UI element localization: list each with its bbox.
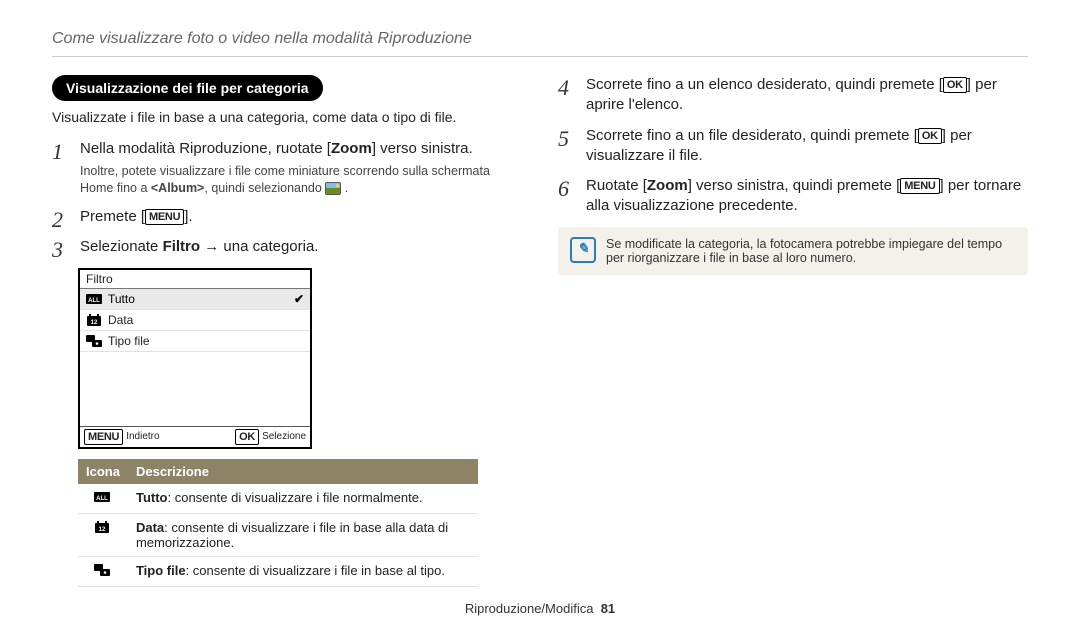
step-1-pre: Nella modalità Riproduzione, ruotate [: [80, 140, 331, 157]
term: Tutto: [136, 490, 168, 505]
left-column: Visualizzazione dei file per categoria V…: [52, 75, 522, 587]
table-row: Tipo file: consente di visualizzare i fi…: [78, 556, 478, 586]
footer-section: Riproduzione/Modifica: [465, 601, 594, 616]
term: Data: [136, 520, 164, 535]
steps-left: Nella modalità Riproduzione, ruotate [Zo…: [52, 139, 522, 258]
date-icon: [78, 513, 128, 556]
ok-button-icon: OK: [235, 429, 259, 445]
screen-list: Tutto ✔ Data Tipo file: [80, 289, 310, 352]
step-1: Nella modalità Riproduzione, ruotate [Zo…: [52, 139, 522, 197]
screen-empty-area: [80, 352, 310, 426]
back-label: Indietro: [126, 431, 159, 442]
step-4-a: Scorrete fino a un elenco desiderato, qu…: [586, 76, 943, 93]
step-1-post: ] verso sinistra.: [372, 140, 473, 157]
th-icona: Icona: [78, 459, 128, 484]
page-root: Come visualizzare foto o video nella mod…: [0, 0, 1080, 626]
album-thumbnail-icon: [325, 182, 341, 195]
desc: : consente di visualizzare i file in bas…: [136, 520, 448, 550]
zoom-label: Zoom: [331, 140, 372, 157]
table-row: Tutto: consente di visualizzare i file n…: [78, 484, 478, 514]
steps-right: Scorrete fino a un elenco desiderato, qu…: [558, 75, 1028, 217]
all-icon: [86, 292, 102, 305]
screen-select[interactable]: OK Selezione: [235, 429, 306, 445]
step-1-sub: Inoltre, potete visualizzare i file come…: [80, 163, 522, 197]
filter-label: Filtro: [163, 238, 201, 255]
sel-label: Selezione: [262, 431, 306, 442]
step-3: Selezionate Filtro → una categoria.: [52, 237, 522, 257]
row-desc: Tipo file: consente di visualizzare i fi…: [128, 556, 478, 586]
zoom-label: Zoom: [647, 177, 688, 194]
check-icon: ✔: [294, 292, 304, 306]
all-icon: [78, 484, 128, 514]
row-desc: Data: consente di visualizzare i file in…: [128, 513, 478, 556]
table-row: Data: consente di visualizzare i file in…: [78, 513, 478, 556]
step-2-post: ].: [184, 208, 192, 225]
screen-title: Filtro: [80, 270, 310, 289]
screen-row-tipo[interactable]: Tipo file: [80, 331, 310, 352]
screen-row-data[interactable]: Data: [80, 310, 310, 331]
page-header: Come visualizzare foto o video nella mod…: [52, 30, 1028, 57]
step-2: Premete [MENU].: [52, 207, 522, 227]
ok-button-icon: OK: [918, 128, 942, 144]
filetype-icon: [86, 334, 102, 347]
term: Tipo file: [136, 563, 186, 578]
filetype-icon: [78, 556, 128, 586]
ok-button-icon: OK: [943, 77, 967, 93]
screen-row-label: Tipo file: [108, 334, 150, 348]
menu-button-icon: MENU: [145, 209, 184, 225]
row-desc: Tutto: consente di visualizzare i file n…: [128, 484, 478, 514]
step-2-pre: Premete [: [80, 208, 145, 225]
section-title-pill: Visualizzazione dei file per categoria: [52, 75, 323, 101]
album-label: <Album>: [151, 181, 205, 195]
arrow-sep: →: [200, 238, 223, 255]
step-6-a: Ruotate [: [586, 177, 647, 194]
menu-button-icon: MENU: [900, 178, 939, 194]
step-3-c: una categoria.: [223, 238, 318, 255]
note-icon: ✎: [570, 237, 596, 263]
step-6-b: ] verso sinistra, quindi premete [: [688, 177, 901, 194]
step-4: Scorrete fino a un elenco desiderato, qu…: [558, 75, 1028, 116]
desc: : consente di visualizzare i file normal…: [168, 490, 423, 505]
th-descrizione: Descrizione: [128, 459, 478, 484]
screen-row-label: Data: [108, 313, 133, 327]
screen-row-tutto[interactable]: Tutto ✔: [80, 289, 310, 310]
note-box: ✎ Se modificate la categoria, la fotocam…: [558, 227, 1028, 275]
two-column-layout: Visualizzazione dei file per categoria V…: [52, 75, 1028, 587]
camera-screen-mock: Filtro Tutto ✔ Data Tipo file: [78, 268, 312, 449]
step-6: Ruotate [Zoom] verso sinistra, quindi pr…: [558, 176, 1028, 217]
step-1-sub-c: , quindi selezionando: [204, 181, 325, 195]
page-number: 81: [601, 601, 615, 616]
screen-row-label: Tutto: [108, 292, 135, 306]
date-icon: [86, 313, 102, 326]
screen-back[interactable]: MENU Indietro: [84, 429, 160, 445]
step-5: Scorrete fino a un file desiderato, quin…: [558, 126, 1028, 167]
section-description: Visualizzate i file in base a una catego…: [52, 109, 522, 125]
desc: : consente di visualizzare i file in bas…: [186, 563, 445, 578]
right-column: Scorrete fino a un elenco desiderato, qu…: [558, 75, 1028, 587]
page-footer: Riproduzione/Modifica 81: [52, 601, 1028, 616]
note-text: Se modificate la categoria, la fotocamer…: [606, 237, 1016, 265]
step-3-a: Selezionate: [80, 238, 163, 255]
icon-description-table: Icona Descrizione Tutto: consente di vis…: [78, 459, 478, 587]
menu-button-icon: MENU: [84, 429, 123, 445]
screen-footer: MENU Indietro OK Selezione: [80, 426, 310, 447]
table-header-row: Icona Descrizione: [78, 459, 478, 484]
step-5-a: Scorrete fino a un file desiderato, quin…: [586, 127, 918, 144]
